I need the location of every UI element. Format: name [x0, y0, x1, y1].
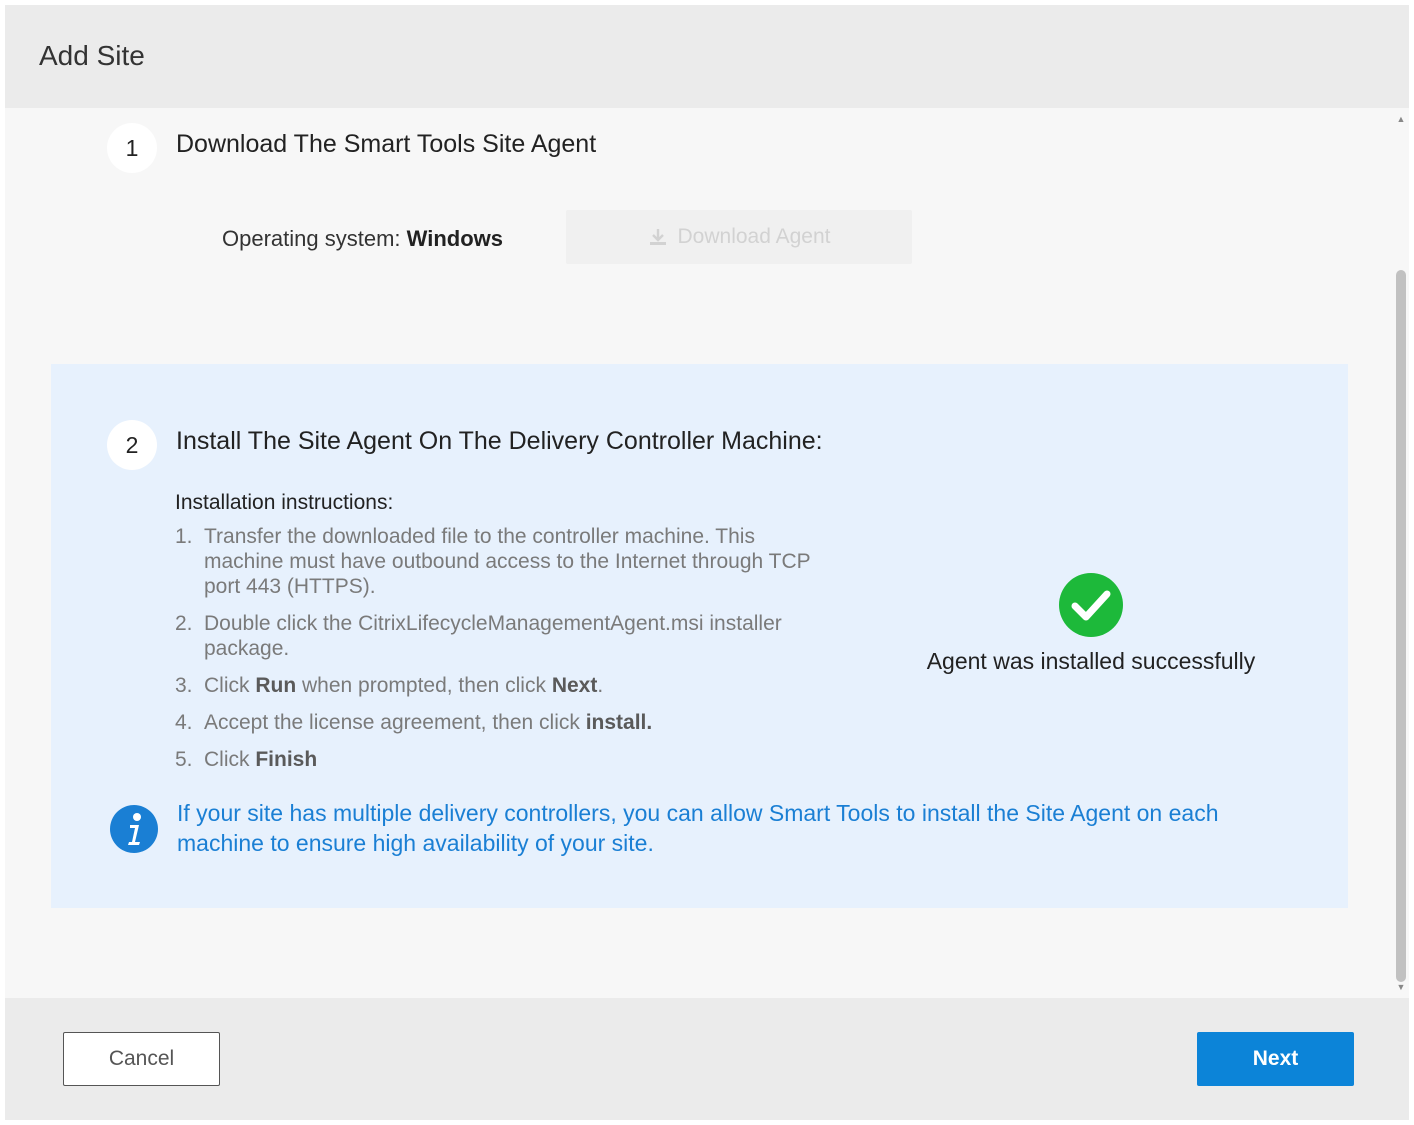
step-1-number: 1	[107, 123, 157, 173]
check-circle-icon	[1059, 573, 1123, 637]
dialog-body: 1 Download The Smart Tools Site Agent Op…	[5, 108, 1409, 998]
instruction-item: 3. Click Run when prompted, then click N…	[175, 673, 835, 698]
instruction-bold-run: Run	[255, 674, 297, 697]
installation-instructions-list: 1. Transfer the downloaded file to the c…	[175, 524, 835, 784]
step-2-number: 2	[107, 420, 157, 470]
instruction-item: 1. Transfer the downloaded file to the c…	[175, 524, 835, 599]
multiple-controllers-note: If your site has multiple delivery contr…	[177, 800, 1219, 856]
instruction-bold-finish: Finish	[255, 748, 318, 771]
next-button[interactable]: Next	[1197, 1032, 1354, 1086]
chevron-up-icon[interactable]: ▲	[1395, 112, 1407, 126]
dialog-header: Add Site	[5, 5, 1409, 108]
instruction-text: Transfer the downloaded file to the cont…	[204, 525, 811, 598]
instruction-number: 1.	[175, 525, 193, 548]
cancel-button[interactable]: Cancel	[63, 1032, 220, 1086]
scrollbar-thumb[interactable]	[1396, 270, 1406, 982]
os-label: Operating system:	[222, 226, 401, 251]
os-value: Windows	[406, 226, 503, 251]
success-message: Agent was installed successfully	[926, 648, 1256, 674]
info-icon	[110, 805, 158, 853]
chevron-down-icon[interactable]: ▼	[1395, 980, 1407, 994]
instruction-item: 4. Accept the license agreement, then cl…	[175, 710, 835, 735]
instruction-item: 5. Click Finish	[175, 747, 835, 772]
download-icon	[649, 229, 666, 245]
vertical-scrollbar[interactable]: ▲ ▼	[1393, 108, 1409, 998]
instruction-number: 5.	[175, 748, 193, 771]
dialog-footer: Cancel Next	[5, 998, 1409, 1120]
add-site-dialog: Add Site 1 Download The Smart Tools Site…	[5, 5, 1409, 1120]
step-2-title: Install The Site Agent On The Delivery C…	[176, 427, 823, 455]
step-1-title: Download The Smart Tools Site Agent	[176, 130, 597, 158]
instruction-text: Accept the license agreement, then click	[204, 711, 586, 734]
instruction-item: 2. Double click the CitrixLifecycleManag…	[175, 611, 835, 661]
instruction-text: Double click the CitrixLifecycleManageme…	[204, 612, 782, 660]
instruction-number: 2.	[175, 612, 193, 635]
download-agent-label: Download Agent	[677, 225, 831, 248]
operating-system-line: Operating system: Windows	[222, 226, 503, 252]
dialog-title: Add Site	[39, 40, 145, 71]
instruction-text: Click	[204, 674, 256, 697]
instruction-text: Click	[204, 748, 256, 771]
installation-instructions-heading: Installation instructions:	[175, 491, 394, 514]
instruction-number: 4.	[175, 711, 193, 734]
download-agent-button[interactable]: Download Agent	[566, 210, 912, 264]
instruction-bold-next: Next	[551, 674, 598, 697]
instruction-text: when prompted, then click	[296, 674, 552, 697]
instruction-bold-install: install.	[585, 711, 653, 734]
instruction-number: 3.	[175, 674, 193, 697]
install-agent-panel: 2 Install The Site Agent On The Delivery…	[51, 364, 1348, 908]
instruction-text: .	[597, 674, 604, 697]
